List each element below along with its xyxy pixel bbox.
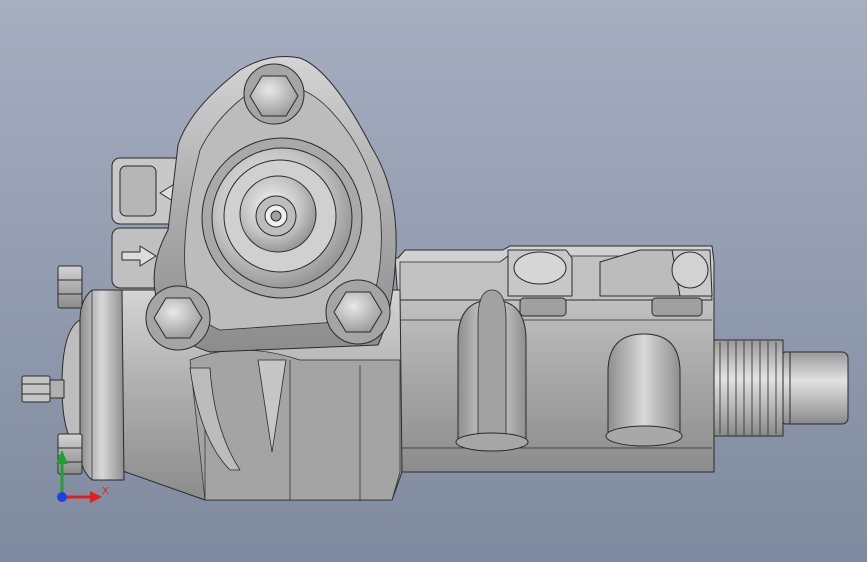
triad-x-label: X xyxy=(102,486,109,497)
cad-3d-viewport[interactable]: X Y xyxy=(0,0,867,562)
bolt-left-icon[interactable] xyxy=(145,285,211,351)
bullet-boss-left xyxy=(455,289,529,452)
triad-y-label: Y xyxy=(57,452,64,463)
bullet-boss-right xyxy=(605,333,683,447)
bolt-top-icon[interactable] xyxy=(243,63,305,125)
bolt-right-icon[interactable] xyxy=(325,279,391,345)
triad-z-axis-icon xyxy=(57,492,67,502)
cylinder-shading xyxy=(189,349,401,501)
output-shaft[interactable] xyxy=(712,339,849,437)
end-nut[interactable] xyxy=(21,375,65,403)
pump-pulley[interactable] xyxy=(201,137,363,299)
flange-bolt-top[interactable] xyxy=(57,265,83,309)
end-cap-flange[interactable] xyxy=(79,289,125,481)
